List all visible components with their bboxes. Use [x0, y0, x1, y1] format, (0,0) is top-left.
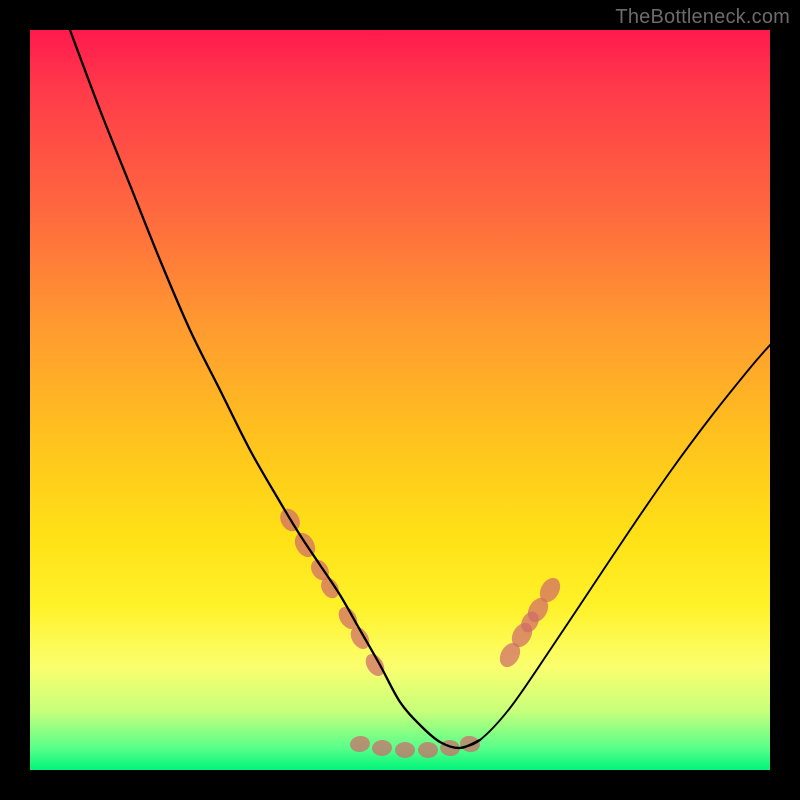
chart-frame: TheBottleneck.com [0, 0, 800, 800]
highlight-dot [349, 735, 371, 754]
bottleneck-curve-left [70, 30, 480, 748]
highlight-dot [418, 742, 439, 759]
highlight-markers [276, 505, 564, 758]
highlight-dot [371, 739, 392, 756]
watermark-text: TheBottleneck.com [615, 6, 790, 29]
bottleneck-curve-right [460, 345, 770, 748]
plot-area [30, 30, 770, 770]
curve-svg [30, 30, 770, 770]
highlight-dot [395, 742, 415, 758]
